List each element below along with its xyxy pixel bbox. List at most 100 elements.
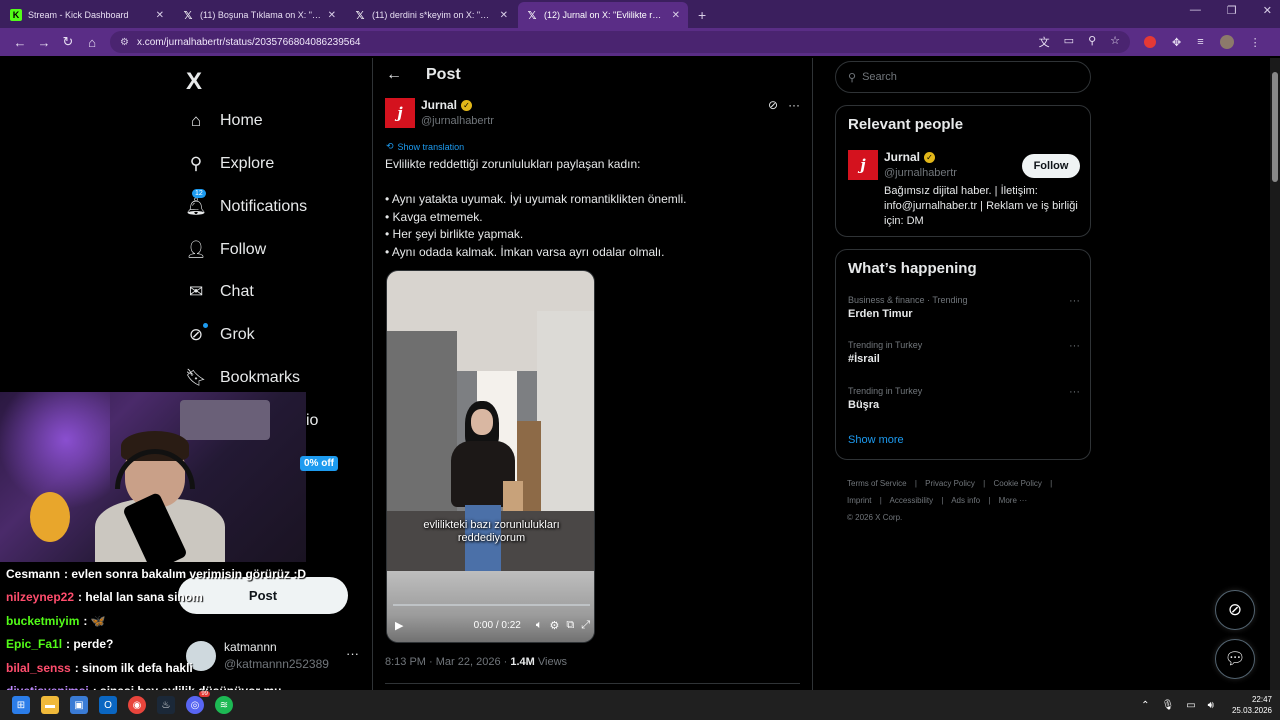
sidebar-item-home[interactable]: ⌂ Home <box>186 111 263 131</box>
clock[interactable]: 22:47 25.03.2026 <box>1232 694 1272 716</box>
post-line: Evlilikte reddettiği zorunlulukları payl… <box>385 157 641 171</box>
close-window-icon[interactable]: ✕ <box>1263 4 1272 17</box>
chat-fab-icon[interactable]: 💬︎ <box>1215 639 1255 679</box>
spotify-icon[interactable]: ≋ <box>215 696 233 714</box>
sidebar-item-notifications[interactable]: 🔔︎ 12 Notifications <box>185 189 308 217</box>
close-tab-icon[interactable]: ✕ <box>156 10 164 21</box>
sidebar-item-label: Notifications <box>220 198 308 215</box>
browser-tab-x-active[interactable]: 𝕏 (12) Jurnal on X: "Evlilikte redde ✕ <box>518 2 688 28</box>
back-arrow-icon[interactable]: ← <box>386 66 402 84</box>
sidebar-item-chat[interactable]: ✉ Chat <box>186 282 254 302</box>
extension-red-icon[interactable] <box>1144 36 1156 48</box>
more-icon[interactable]: ··· <box>1069 340 1080 352</box>
network-icon[interactable]: ▭ <box>1186 700 1195 711</box>
footer-link[interactable]: Ads info <box>951 496 980 505</box>
media-icon[interactable]: ≡ <box>1197 36 1203 48</box>
steam-icon[interactable]: ♨ <box>157 696 175 714</box>
footer-link[interactable]: Cookie Policy <box>993 479 1041 488</box>
x-logo[interactable]: X <box>186 68 202 96</box>
sidebar-item-bookmarks[interactable]: 🔖︎ Bookmarks <box>185 368 300 388</box>
follow-button[interactable]: Follow <box>1022 154 1080 178</box>
person-avatar[interactable]: j <box>848 150 878 180</box>
chevron-up-icon[interactable]: ⌃ <box>1141 700 1149 711</box>
footer-link[interactable]: Privacy Policy <box>925 479 975 488</box>
chat-message: nilzeynep22: helal lan sana sinom <box>6 586 366 610</box>
close-tab-icon[interactable]: ✕ <box>672 10 680 21</box>
footer-separator: | <box>983 479 986 488</box>
discord-icon[interactable]: ◎ 99 <box>186 691 210 714</box>
author-handle[interactable]: @jurnalhabertr <box>421 115 494 127</box>
store-icon[interactable]: ▣ <box>70 696 88 714</box>
footer-link[interactable]: Terms of Service <box>847 479 907 488</box>
author-name[interactable]: Jurnal <box>421 98 457 112</box>
file-explorer-icon[interactable]: ▬ <box>41 696 59 714</box>
chrome-icon[interactable]: ◉ <box>128 696 146 714</box>
settings-icon[interactable]: ⚙ <box>549 619 559 632</box>
sidebar-item-grok[interactable]: ⊘ Grok <box>186 323 255 345</box>
browser-menu-icon[interactable]: ⋮ <box>1250 36 1261 49</box>
cast-icon[interactable]: ▭ <box>1064 34 1074 50</box>
page-scrollbar[interactable] <box>1270 58 1280 690</box>
divider <box>385 683 800 684</box>
x-logo-icon: 𝕏 <box>183 9 193 22</box>
pip-icon[interactable]: ⧉ <box>566 619 574 632</box>
volume-icon[interactable]: 🔊︎ <box>1208 700 1214 711</box>
home-browser-icon[interactable]: ⌂ <box>80 35 104 50</box>
trend-item[interactable]: Trending in Turkey #İsrail ··· <box>848 340 1080 365</box>
more-icon[interactable]: ··· <box>1069 386 1080 398</box>
grok-icon[interactable]: ⊘ <box>768 98 778 112</box>
volume-icon[interactable]: 🔈︎ <box>536 619 543 632</box>
clock-date: 25.03.2026 <box>1231 706 1272 715</box>
back-icon[interactable]: ← <box>8 35 32 50</box>
profile-avatar-icon[interactable] <box>1219 35 1234 49</box>
scrollbar-thumb[interactable] <box>1272 72 1278 182</box>
footer-link[interactable]: More ··· <box>999 496 1027 505</box>
browser-tab-x-2[interactable]: 𝕏 (11) derdini s*keyim on X: "50 k ✕ <box>346 2 516 28</box>
site-info-icon[interactable]: ⚙ <box>120 37 129 48</box>
show-translation-link[interactable]: ⟲ Show translation <box>386 141 464 152</box>
forward-icon[interactable]: → <box>32 35 56 50</box>
bookmark-icon: 🔖︎ <box>185 368 207 387</box>
more-icon[interactable]: ··· <box>1069 295 1080 307</box>
trend-item[interactable]: Business & finance · Trending Erden Timu… <box>848 295 1080 320</box>
fullscreen-icon[interactable]: ⤢ <box>581 619 590 632</box>
person-name[interactable]: Jurnal <box>884 150 920 164</box>
play-icon[interactable]: ▶ <box>395 619 403 632</box>
footer-separator: | <box>879 496 882 505</box>
browser-tab-kick[interactable]: K Stream - Kick Dashboard ✕ <box>2 2 172 28</box>
reload-icon[interactable]: ↻ <box>56 34 80 50</box>
url-bar[interactable]: ⚙ x.com/jurnalhabertr/status/20357668040… <box>110 31 1130 53</box>
chat-message: Epic_Fa1l: perde? <box>6 633 366 657</box>
post-line <box>385 174 805 192</box>
author-avatar[interactable]: j <box>385 98 415 128</box>
search-input[interactable]: ⚲ Search <box>835 61 1091 93</box>
more-icon[interactable]: ··· <box>788 98 800 112</box>
extensions-icon[interactable]: ✥ <box>1172 36 1181 49</box>
footer-link[interactable]: Imprint <box>847 496 871 505</box>
os-taskbar: ⊞ ▬ ▣ O ◉ ♨ ◎ 99 ≋ ⌃ 🎙︎ ▭ 🔊︎ 22:47 25.03.… <box>0 690 1280 720</box>
windows-start-icon[interactable]: ⊞ <box>12 696 30 714</box>
video-player[interactable]: evlilikteki bazı zorunlulukları reddediy… <box>386 270 595 643</box>
translate-icon[interactable]: 文 <box>1039 34 1050 50</box>
new-tab-icon[interactable]: + <box>698 2 706 28</box>
footer-link[interactable]: Accessibility <box>890 496 934 505</box>
browser-tab-x-1[interactable]: 𝕏 (11) Boşuna Tıklama on X: "Şen ✕ <box>174 2 344 28</box>
maximize-icon[interactable]: ❐ <box>1227 4 1237 17</box>
post-date[interactable]: 8:13 PM · Mar 22, 2026 · <box>385 656 510 668</box>
show-more-link[interactable]: Show more <box>848 434 904 446</box>
minimize-icon[interactable]: — <box>1190 4 1201 17</box>
zoom-icon[interactable]: ⚲ <box>1088 34 1096 50</box>
close-tab-icon[interactable]: ✕ <box>500 10 508 21</box>
microphone-icon[interactable]: 🎙︎ <box>1161 700 1174 711</box>
trend-item[interactable]: Trending in Turkey Büşra ··· <box>848 386 1080 411</box>
sidebar-item-explore[interactable]: ⚲ Explore <box>186 154 274 174</box>
outlook-icon[interactable]: O <box>99 696 117 714</box>
verified-badge-icon: ✓ <box>461 99 473 111</box>
video-progress-bar[interactable] <box>393 604 590 606</box>
star-icon[interactable]: ☆ <box>1110 34 1120 50</box>
grok-fab-icon[interactable]: ⊘ <box>1215 590 1255 630</box>
close-tab-icon[interactable]: ✕ <box>328 10 336 21</box>
sidebar-item-label: Follow <box>220 241 267 258</box>
sidebar-item-follow[interactable]: 👤︎ Follow <box>185 240 267 260</box>
trend-name: #İsrail <box>848 353 880 365</box>
